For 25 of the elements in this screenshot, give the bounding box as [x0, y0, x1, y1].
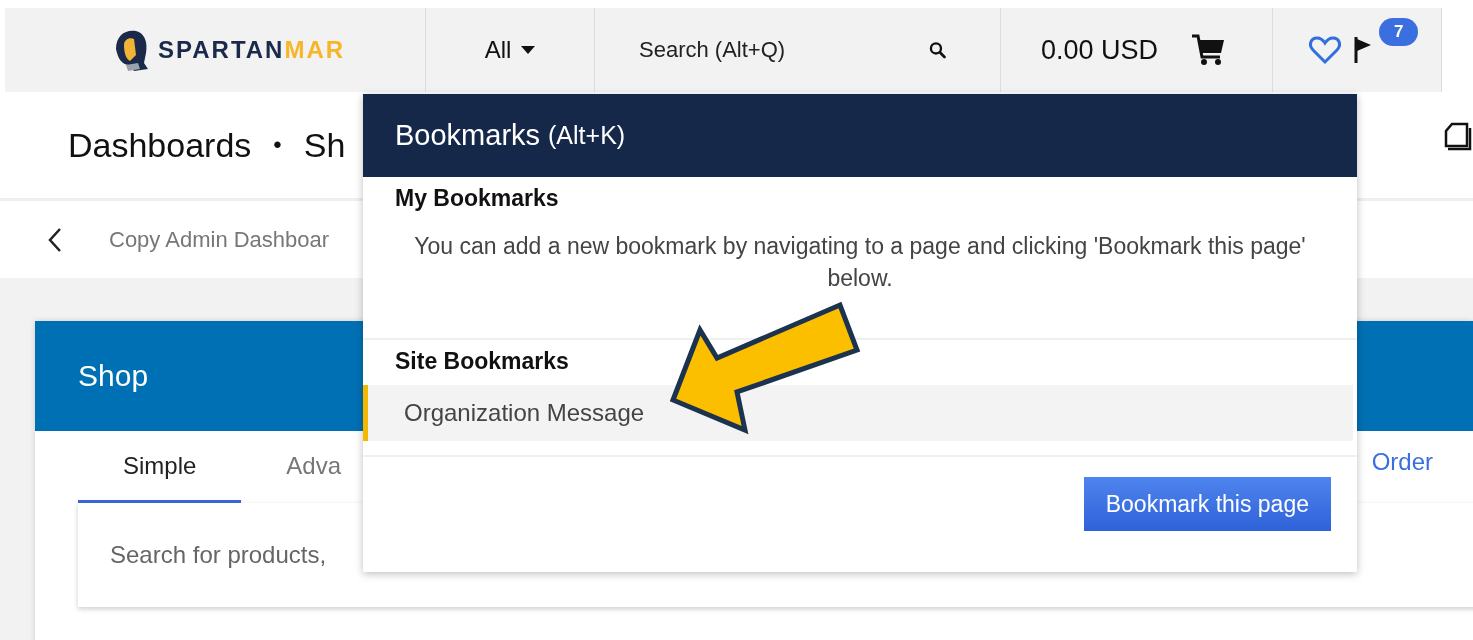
bookmark-item[interactable]: Organization Message	[363, 385, 1353, 442]
page-title: Dashboards	[68, 125, 252, 165]
section-heading: My Bookmarks	[394, 185, 560, 213]
notification-badge: 7	[1379, 18, 1419, 46]
heart-icon[interactable]	[1309, 35, 1341, 65]
shortcut-hint: (Alt+K)	[548, 121, 626, 150]
card-title: Shop	[78, 359, 149, 393]
logo-text: SPARTAN	[158, 36, 285, 64]
scope-dropdown[interactable]: All	[425, 8, 595, 92]
empty-message: You can add a new bookmark by navigating to a page and clicking 'Bookmark this page' below.	[413, 232, 1307, 294]
page-subtitle: Sh	[303, 125, 346, 165]
tab[interactable]: Order	[1371, 431, 1473, 503]
breadcrumb-link[interactable]: Copy Admin Dashboar	[109, 226, 330, 253]
caret-icon	[521, 46, 536, 54]
logo-text-accent: MAR	[284, 36, 346, 64]
search-icon[interactable]	[929, 39, 946, 61]
bookmark-button[interactable]: Bookmark this page	[1083, 477, 1331, 532]
document-icon[interactable]	[1443, 122, 1473, 152]
section-heading: Site Bookmarks	[394, 348, 570, 377]
search-field[interactable]: Search (Alt+Q)	[637, 36, 929, 64]
separator-dot: •	[273, 131, 282, 159]
cart-total: 0.00 USD	[1041, 34, 1159, 66]
popup-title: Bookmarks	[395, 119, 541, 152]
cart-icon[interactable]	[1190, 33, 1227, 67]
back-icon[interactable]	[47, 226, 63, 253]
